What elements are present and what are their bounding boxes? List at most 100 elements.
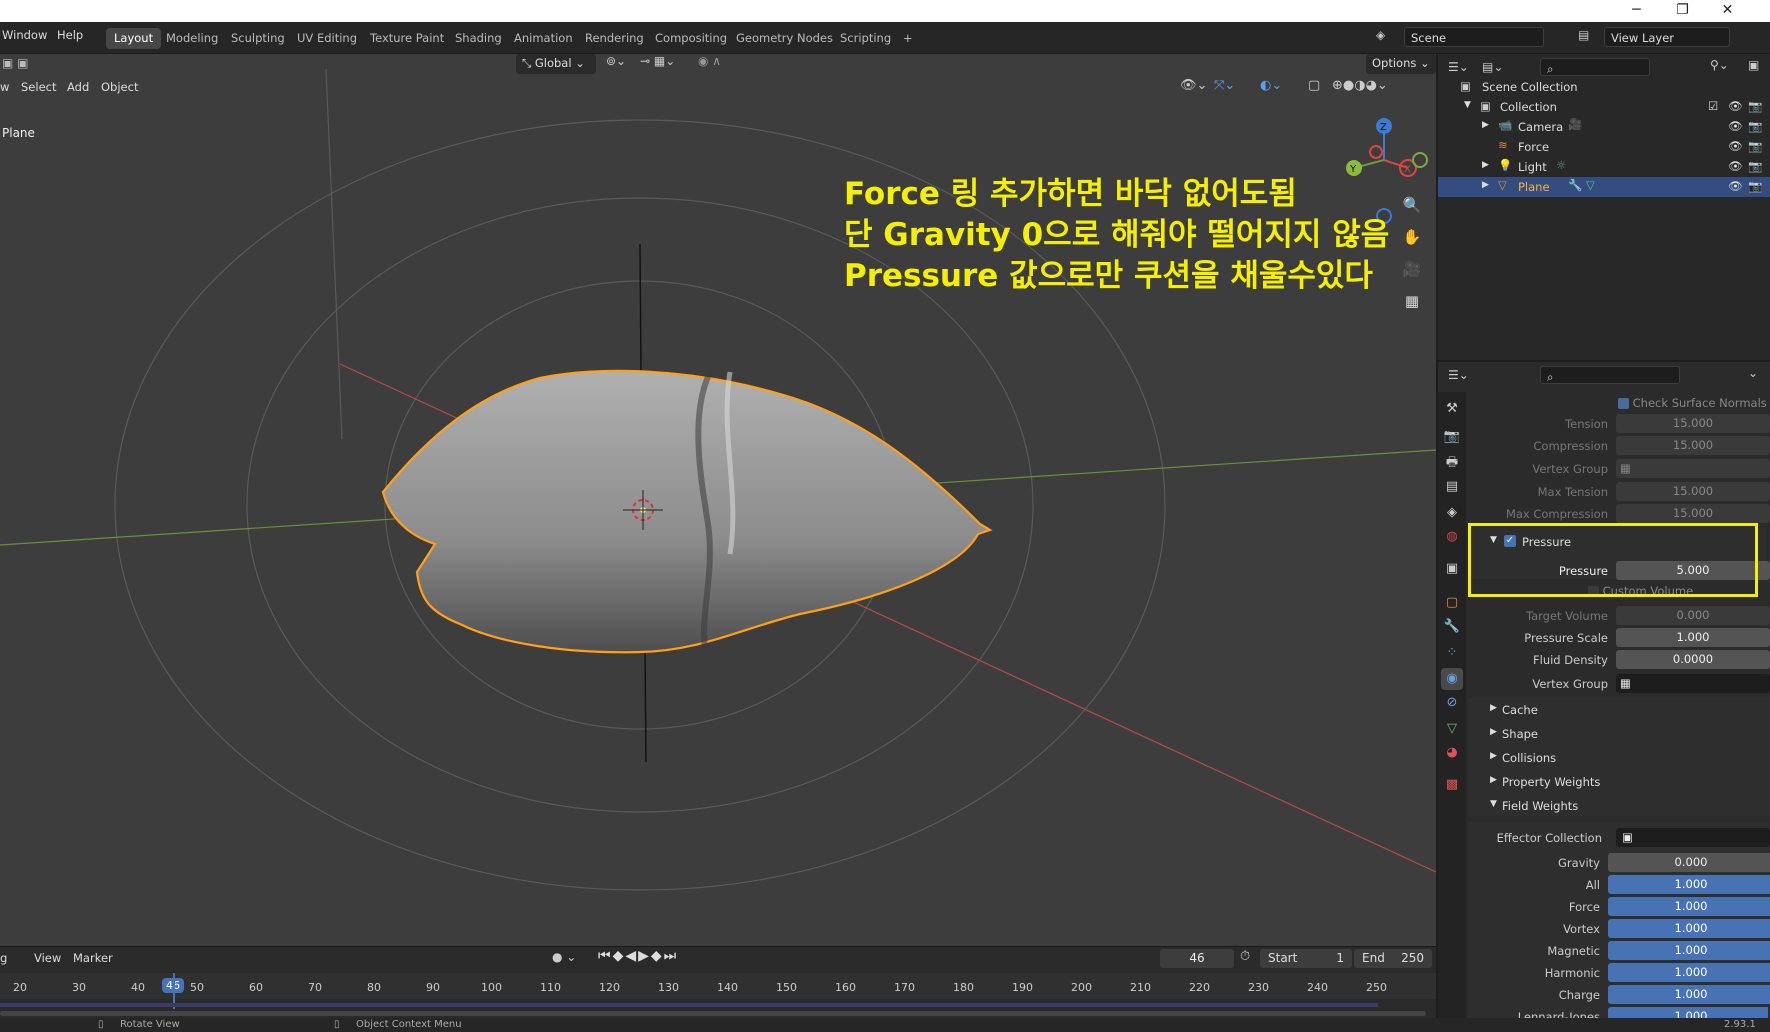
- start-frame-field[interactable]: Start 1: [1260, 949, 1352, 968]
- max-compression-field[interactable]: 15.000: [1616, 504, 1770, 523]
- tab-rendering[interactable]: Rendering: [577, 28, 652, 49]
- snap-icon[interactable]: ⊸ ▦⌄: [640, 54, 675, 68]
- collisions-panel-header[interactable]: ▶ Collisions: [1468, 748, 1768, 770]
- pressure-checkbox[interactable]: ✓: [1504, 535, 1516, 547]
- current-frame-field[interactable]: 46: [1160, 949, 1234, 968]
- pressure-field[interactable]: 5.000: [1616, 561, 1770, 580]
- output-tab-icon[interactable]: 🖶: [1441, 452, 1463, 474]
- clock-icon[interactable]: ⏱: [1240, 949, 1250, 964]
- render-tab-icon[interactable]: 📷: [1441, 426, 1463, 448]
- overlay-toggle-icon[interactable]: ◐⌄: [1260, 78, 1282, 93]
- editor-type-icon[interactable]: ☰⌄: [1448, 368, 1469, 382]
- scene-icon[interactable]: ◈: [1376, 28, 1385, 42]
- constraints-tab-icon[interactable]: ⊘: [1441, 692, 1463, 714]
- close-icon[interactable]: ✕: [1705, 0, 1750, 22]
- cache-panel-header[interactable]: ▶ Cache: [1468, 700, 1768, 722]
- render-camera-icon[interactable]: 📷: [1748, 139, 1762, 153]
- chevron-down-icon[interactable]: ⌄: [1748, 366, 1758, 380]
- proportional-edit-icon[interactable]: ◉ ∧: [698, 54, 721, 68]
- view-layer-icon[interactable]: ▤: [1578, 28, 1589, 42]
- max-tension-field[interactable]: 15.000: [1616, 482, 1770, 501]
- outliner-scene-collection[interactable]: ▣ Scene Collection: [1438, 77, 1770, 97]
- compression-field[interactable]: 15.000: [1616, 436, 1770, 455]
- outliner-item-camera[interactable]: ▶ 📹 Camera 🎥 👁 📷: [1438, 117, 1770, 137]
- tab-modeling[interactable]: Modeling: [158, 28, 226, 49]
- render-camera-icon[interactable]: 📷: [1748, 159, 1762, 173]
- custom-volume-checkbox[interactable]: Custom Volume: [1588, 584, 1693, 598]
- view-layer-field[interactable]: View Layer: [1604, 27, 1730, 47]
- vertex-group-field[interactable]: ▦: [1616, 459, 1770, 478]
- filter-icon[interactable]: ⚲⌄: [1710, 58, 1729, 72]
- timeline-editor[interactable]: g View Marker ● ⌄ ⏮◆◀▶◆⏭ 46 ⏱ Start 1 End…: [0, 946, 1436, 1018]
- outliner-collection[interactable]: ▼ ▣ Collection ☑ 👁 📷: [1438, 97, 1770, 117]
- modifier-wrench-icon[interactable]: 🔧: [1568, 178, 1582, 192]
- shading-modes-icon[interactable]: ⊕●◑◕⌄: [1332, 78, 1388, 93]
- view-layer-tab-icon[interactable]: ▤: [1441, 476, 1463, 498]
- tab-compositing[interactable]: Compositing: [647, 28, 735, 49]
- pressure-vertex-group-field[interactable]: ▦: [1616, 674, 1770, 693]
- shape-panel-header[interactable]: ▶ Shape: [1468, 724, 1768, 746]
- force-weight-field[interactable]: 1.000: [1608, 897, 1770, 916]
- tool-tab-icon[interactable]: ⚒: [1441, 398, 1463, 420]
- record-icon[interactable]: ● ⌄: [552, 950, 576, 964]
- fluid-density-field[interactable]: 0.0000: [1616, 650, 1770, 669]
- world-tab-icon[interactable]: ◍: [1441, 526, 1463, 548]
- viewport-menu-object[interactable]: Object: [101, 80, 138, 94]
- timeline-menu-playback[interactable]: g: [0, 951, 7, 965]
- exclude-checkbox[interactable]: ☑: [1708, 99, 1718, 113]
- outliner-panel[interactable]: ☰⌄ ▤⌄ ⌕ ⚲⌄ ▣ ▣ Scene Collection ▼ ▣ Coll…: [1438, 54, 1770, 360]
- light-data-icon[interactable]: ☼: [1556, 158, 1566, 172]
- minimize-icon[interactable]: ─: [1614, 0, 1659, 22]
- transform-orientation-dropdown[interactable]: ⤡ Global ⌄: [516, 54, 596, 74]
- magnetic-weight-field[interactable]: 1.000: [1608, 941, 1770, 960]
- tab-texture-paint[interactable]: Texture Paint: [362, 28, 452, 49]
- particles-tab-icon[interactable]: ⁘: [1441, 642, 1463, 664]
- field-weights-panel-header[interactable]: ▼ Field Weights: [1468, 796, 1768, 818]
- scene-tab-icon[interactable]: ◈: [1441, 502, 1463, 524]
- menu-window[interactable]: Window: [2, 28, 47, 42]
- visibility-icon[interactable]: 👁⌄: [1180, 78, 1207, 93]
- xray-icon[interactable]: ▢: [1308, 78, 1320, 93]
- tab-geometry-nodes[interactable]: Geometry Nodes: [728, 28, 841, 49]
- display-mode-icon[interactable]: ▤⌄: [1482, 60, 1503, 74]
- tab-animation[interactable]: Animation: [506, 28, 581, 49]
- properties-search-input[interactable]: ⌕: [1540, 366, 1680, 384]
- options-dropdown[interactable]: Options ⌄: [1366, 54, 1436, 74]
- new-collection-icon[interactable]: ▣: [1748, 58, 1759, 72]
- lennard-jones-weight-field[interactable]: 1.000: [1608, 1007, 1768, 1018]
- check-surface-normals-checkbox[interactable]: Check Surface Normals: [1618, 396, 1767, 410]
- expand-arrow-icon[interactable]: ▼: [1490, 535, 1497, 545]
- expand-arrow-icon[interactable]: ▶: [1482, 180, 1489, 190]
- outliner-search-input[interactable]: ⌕: [1540, 58, 1650, 76]
- physics-tab-icon[interactable]: ◉: [1441, 668, 1463, 690]
- tab-layout[interactable]: Layout: [106, 28, 162, 49]
- restore-icon[interactable]: ❐: [1660, 0, 1705, 22]
- tab-shading[interactable]: Shading: [447, 28, 510, 49]
- harmonic-weight-field[interactable]: 1.000: [1608, 963, 1770, 982]
- gizmo-toggle-icon[interactable]: ⤧⌄: [1214, 78, 1235, 93]
- render-camera-icon[interactable]: 📷: [1748, 119, 1762, 133]
- mode-icons[interactable]: ▣ ▣: [2, 56, 29, 70]
- playback-controls-icon[interactable]: ⏮◆◀▶◆⏭: [598, 948, 678, 964]
- mesh-data-icon[interactable]: ▽: [1586, 178, 1595, 192]
- 3d-viewport[interactable]: ▣ ▣ ⤡ Global ⌄ ⊚⌄ ⊸ ▦⌄ ◉ ∧ Options ⌄ w S…: [0, 54, 1436, 946]
- texture-tab-icon[interactable]: ▩: [1441, 774, 1463, 796]
- eye-icon[interactable]: 👁: [1728, 119, 1743, 133]
- outliner-item-light[interactable]: ▶ 💡 Light ☼ 👁 📷: [1438, 157, 1770, 177]
- timeline-ruler[interactable]: 20 30 40 46 50 60 70 80 90 100 110 120 1…: [0, 973, 1436, 999]
- timeline-menu-marker[interactable]: Marker: [73, 951, 113, 965]
- object-tab-icon[interactable]: ▢: [1441, 592, 1463, 614]
- vortex-weight-field[interactable]: 1.000: [1608, 919, 1770, 938]
- modifier-tab-icon[interactable]: 🔧: [1441, 616, 1463, 638]
- scene-field[interactable]: Scene: [1404, 27, 1544, 47]
- gravity-weight-field[interactable]: 0.000: [1608, 853, 1770, 872]
- camera-data-icon[interactable]: 🎥: [1568, 117, 1582, 131]
- outliner-item-plane[interactable]: ▶ ▽ Plane 🔧 ▽ 👁 📷: [1438, 177, 1770, 197]
- all-weight-field[interactable]: 1.000: [1608, 875, 1770, 894]
- expand-arrow-icon[interactable]: ▼: [1464, 100, 1471, 110]
- charge-weight-field[interactable]: 1.000: [1608, 985, 1770, 1004]
- add-workspace-button[interactable]: +: [895, 28, 921, 49]
- viewport-menu-select[interactable]: Select: [21, 80, 56, 94]
- viewport-menu-add[interactable]: Add: [67, 80, 89, 94]
- menu-help[interactable]: Help: [57, 28, 83, 42]
